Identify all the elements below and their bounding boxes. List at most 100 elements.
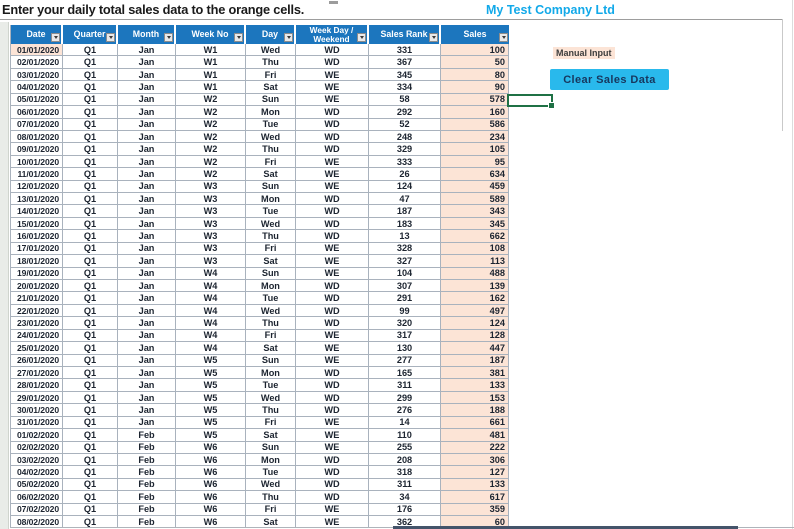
cell-week_day_weekend[interactable]: WD xyxy=(296,391,369,405)
cell-sales[interactable]: 113 xyxy=(441,255,509,268)
cell-week_no[interactable]: W2 xyxy=(176,118,246,131)
cell-quarter[interactable]: Q1 xyxy=(63,503,118,517)
cell-week_no[interactable]: W6 xyxy=(176,466,246,479)
cell-week_no[interactable]: W1 xyxy=(176,44,246,57)
cell-quarter[interactable]: Q1 xyxy=(63,391,118,405)
cell-day[interactable]: Tue xyxy=(246,292,296,305)
cell-week_day_weekend[interactable]: WD xyxy=(296,304,369,318)
cell-sales[interactable]: 105 xyxy=(441,143,509,156)
cell-quarter[interactable]: Q1 xyxy=(63,329,118,343)
filter-button-quarter[interactable] xyxy=(106,33,115,42)
cell-quarter[interactable]: Q1 xyxy=(63,44,118,57)
cell-month[interactable]: Jan xyxy=(118,81,176,94)
cell-month[interactable]: Jan xyxy=(118,416,176,430)
cell-week_no[interactable]: W2 xyxy=(176,93,246,107)
cell-sales_rank[interactable]: 255 xyxy=(369,441,441,454)
cell-week_day_weekend[interactable]: WE xyxy=(296,354,369,367)
cell-month[interactable]: Jan xyxy=(118,118,176,131)
cell-day[interactable]: Thu xyxy=(246,491,296,504)
cell-quarter[interactable]: Q1 xyxy=(63,205,118,218)
cell-quarter[interactable]: Q1 xyxy=(63,292,118,305)
cell-quarter[interactable]: Q1 xyxy=(63,130,118,144)
cell-date[interactable]: 24/01/2020 xyxy=(11,329,63,343)
cell-day[interactable]: Tue xyxy=(246,379,296,392)
cell-date[interactable]: 23/01/2020 xyxy=(11,317,63,330)
filter-button-day[interactable] xyxy=(284,33,293,42)
fill-handle[interactable] xyxy=(548,102,555,109)
cell-sales[interactable]: 488 xyxy=(441,267,509,281)
cell-month[interactable]: Jan xyxy=(118,180,176,194)
cell-sales_rank[interactable]: 52 xyxy=(369,118,441,131)
cell-month[interactable]: Jan xyxy=(118,366,176,380)
cell-sales_rank[interactable]: 277 xyxy=(369,354,441,367)
cell-date[interactable]: 12/01/2020 xyxy=(11,180,63,194)
cell-month[interactable]: Jan xyxy=(118,68,176,82)
cell-date[interactable]: 15/01/2020 xyxy=(11,217,63,231)
cell-week_no[interactable]: W1 xyxy=(176,68,246,82)
cell-month[interactable]: Feb xyxy=(118,453,176,467)
cell-week_no[interactable]: W2 xyxy=(176,130,246,144)
cell-day[interactable]: Thu xyxy=(246,230,296,243)
cell-quarter[interactable]: Q1 xyxy=(63,68,118,82)
cell-sales[interactable]: 578 xyxy=(441,93,509,107)
cell-date[interactable]: 22/01/2020 xyxy=(11,304,63,318)
cell-quarter[interactable]: Q1 xyxy=(63,317,118,330)
cell-sales[interactable]: 634 xyxy=(441,168,509,181)
cell-week_day_weekend[interactable]: WD xyxy=(296,404,369,417)
cell-week_no[interactable]: W6 xyxy=(176,503,246,517)
cell-week_no[interactable]: W2 xyxy=(176,155,246,169)
cell-sales[interactable]: 133 xyxy=(441,478,509,492)
cell-date[interactable]: 16/01/2020 xyxy=(11,230,63,243)
cell-day[interactable]: Tue xyxy=(246,466,296,479)
cell-month[interactable]: Jan xyxy=(118,354,176,367)
column-header-date[interactable]: Date xyxy=(11,25,63,44)
cell-day[interactable]: Mon xyxy=(246,106,296,119)
cell-day[interactable]: Fri xyxy=(246,155,296,169)
column-header-month[interactable]: Month xyxy=(118,25,176,44)
cell-sales_rank[interactable]: 292 xyxy=(369,106,441,119)
cell-week_day_weekend[interactable]: WE xyxy=(296,503,369,517)
cell-date[interactable]: 07/01/2020 xyxy=(11,118,63,131)
cell-quarter[interactable]: Q1 xyxy=(63,379,118,392)
cell-day[interactable]: Sat xyxy=(246,429,296,442)
cell-week_day_weekend[interactable]: WD xyxy=(296,466,369,479)
cell-week_no[interactable]: W5 xyxy=(176,391,246,405)
cell-quarter[interactable]: Q1 xyxy=(63,143,118,156)
cell-date[interactable]: 05/01/2020 xyxy=(11,93,63,107)
cell-quarter[interactable]: Q1 xyxy=(63,255,118,268)
cell-week_day_weekend[interactable]: WD xyxy=(296,130,369,144)
cell-date[interactable]: 10/01/2020 xyxy=(11,155,63,169)
cell-week_day_weekend[interactable]: WD xyxy=(296,379,369,392)
cell-day[interactable]: Sat xyxy=(246,168,296,181)
cell-week_day_weekend[interactable]: WE xyxy=(296,329,369,343)
cell-week_no[interactable]: W3 xyxy=(176,217,246,231)
cell-sales[interactable]: 95 xyxy=(441,155,509,169)
cell-week_no[interactable]: W3 xyxy=(176,230,246,243)
cell-quarter[interactable]: Q1 xyxy=(63,441,118,454)
cell-week_day_weekend[interactable]: WD xyxy=(296,44,369,57)
cell-month[interactable]: Feb xyxy=(118,503,176,517)
cell-week_day_weekend[interactable]: WD xyxy=(296,118,369,131)
cell-quarter[interactable]: Q1 xyxy=(63,217,118,231)
cell-sales_rank[interactable]: 13 xyxy=(369,230,441,243)
cell-sales[interactable]: 589 xyxy=(441,193,509,206)
cell-week_day_weekend[interactable]: WE xyxy=(296,242,369,256)
cell-sales[interactable]: 188 xyxy=(441,404,509,417)
cell-month[interactable]: Feb xyxy=(118,478,176,492)
cell-day[interactable]: Wed xyxy=(246,391,296,405)
cell-sales_rank[interactable]: 58 xyxy=(369,93,441,107)
cell-day[interactable]: Sat xyxy=(246,255,296,268)
cell-sales[interactable]: 162 xyxy=(441,292,509,305)
cell-date[interactable]: 13/01/2020 xyxy=(11,193,63,206)
cell-date[interactable]: 29/01/2020 xyxy=(11,391,63,405)
cell-date[interactable]: 21/01/2020 xyxy=(11,292,63,305)
cell-quarter[interactable]: Q1 xyxy=(63,466,118,479)
cell-quarter[interactable]: Q1 xyxy=(63,180,118,194)
cell-week_no[interactable]: W3 xyxy=(176,242,246,256)
cell-week_no[interactable]: W4 xyxy=(176,292,246,305)
cell-day[interactable]: Thu xyxy=(246,404,296,417)
filter-button-month[interactable] xyxy=(164,33,173,42)
cell-quarter[interactable]: Q1 xyxy=(63,168,118,181)
cell-month[interactable]: Jan xyxy=(118,130,176,144)
cell-sales_rank[interactable]: 176 xyxy=(369,503,441,517)
